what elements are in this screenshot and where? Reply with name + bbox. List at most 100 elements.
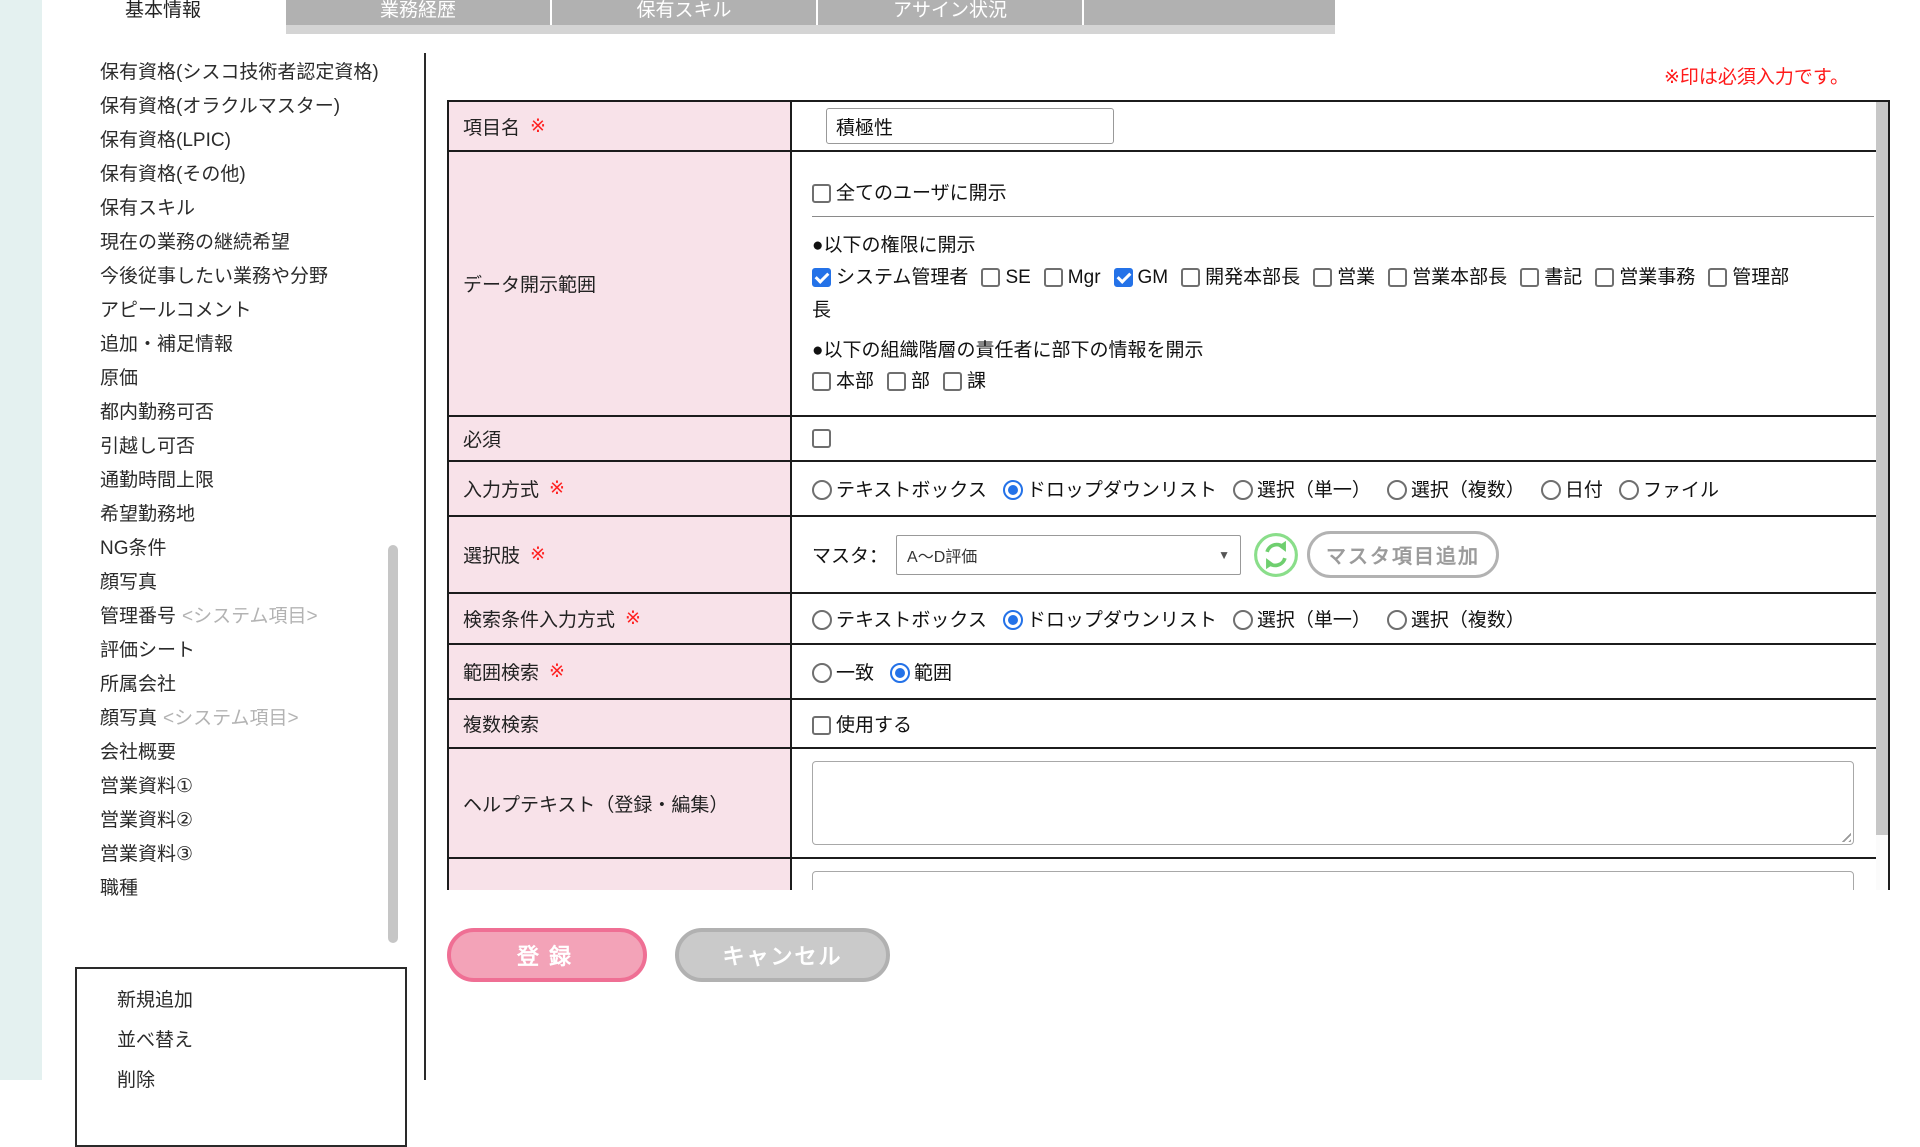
field-list-item[interactable]: 現在の業務の継続希望 [100, 226, 388, 260]
list-action-item[interactable]: 削除 [117, 1061, 405, 1101]
field-list-item[interactable]: 所属会社 [100, 668, 388, 702]
field-list-item[interactable]: 都内勤務可否 [100, 396, 388, 430]
field-list-item[interactable]: 保有資格(LPIC) [100, 124, 388, 158]
radio-option[interactable]: ファイル [1619, 475, 1719, 502]
radio-option[interactable]: テキストボックス [812, 475, 987, 502]
radio-option[interactable]: 範囲 [890, 658, 952, 685]
permission-option[interactable]: 営業事務 [1595, 267, 1695, 288]
radio-option[interactable]: 選択（単一） [1233, 605, 1371, 632]
field-list-item[interactable]: 評価シート [100, 634, 388, 668]
field-list-item[interactable]: 保有資格(その他) [100, 158, 388, 192]
radio-icon[interactable] [1387, 480, 1407, 500]
checkbox-icon[interactable] [812, 184, 831, 203]
checkbox-icon[interactable] [1181, 268, 1200, 287]
field-list-item[interactable]: 保有スキル [100, 192, 388, 226]
checkbox-icon[interactable] [812, 372, 831, 391]
row-label: 入力方式 [463, 475, 539, 502]
field-list-item[interactable]: 保有資格(オラクルマスター) [100, 90, 388, 124]
tab[interactable]: 業務経歴 [286, 0, 550, 25]
org-level-option[interactable]: 部 [887, 371, 930, 392]
permission-option[interactable]: 営業本部長 [1388, 267, 1507, 288]
permission-option[interactable]: 書記 [1520, 267, 1582, 288]
radio-icon[interactable] [1619, 480, 1639, 500]
tab[interactable]: 保有スキル [552, 0, 816, 25]
form-scrollbar-thumb[interactable] [1876, 102, 1888, 835]
field-list-item[interactable]: 引越し可否 [100, 430, 388, 464]
list-action-item[interactable]: 並べ替え [117, 1021, 405, 1061]
checkbox-icon[interactable] [1313, 268, 1332, 287]
form-scrollbar-track[interactable] [1876, 102, 1888, 890]
permission-option[interactable]: SE [981, 267, 1030, 288]
field-list-item[interactable]: 営業資料② [100, 804, 388, 838]
checkbox-icon[interactable] [812, 268, 831, 287]
field-list-item[interactable]: 原価 [100, 362, 388, 396]
org-level-option[interactable]: 課 [943, 371, 986, 392]
tab[interactable]: アサイン状況 [818, 0, 1082, 25]
radio-option[interactable]: 選択（複数） [1387, 475, 1525, 502]
radio-option[interactable]: 一致 [812, 658, 874, 685]
radio-icon[interactable] [1233, 480, 1253, 500]
org-level-option[interactable]: 本部 [812, 371, 874, 392]
radio-icon[interactable] [812, 480, 832, 500]
field-list-item[interactable]: 会社概要 [100, 736, 388, 770]
required-flag-checkbox[interactable] [812, 429, 831, 448]
radio-icon[interactable] [1233, 610, 1253, 630]
radio-icon[interactable] [1003, 610, 1023, 630]
checkbox-icon[interactable] [943, 372, 962, 391]
checkbox-icon[interactable] [1044, 268, 1063, 287]
checkbox-icon[interactable] [1114, 268, 1133, 287]
help-text-textarea[interactable] [812, 761, 1854, 845]
field-list-item[interactable]: 希望勤務地 [100, 498, 388, 532]
multi-search-option[interactable]: 使用する [812, 710, 912, 737]
list-action-item[interactable]: 新規追加 [117, 981, 405, 1021]
checkbox-icon[interactable] [1708, 268, 1727, 287]
radio-option[interactable]: ドロップダウンリスト [1003, 475, 1217, 502]
clipped-textarea[interactable] [812, 871, 1854, 890]
radio-icon[interactable] [812, 610, 832, 630]
radio-option[interactable]: 選択（複数） [1387, 605, 1525, 632]
field-list-item[interactable]: 管理番号<システム項目> [100, 600, 388, 634]
field-list-item[interactable]: 追加・補足情報 [100, 328, 388, 362]
radio-option[interactable]: 選択（単一） [1233, 475, 1371, 502]
tab[interactable]: 基本情報 [42, 0, 284, 25]
add-master-item-button[interactable]: マスタ項目追加 [1307, 531, 1499, 578]
sidebar-scrollbar-thumb[interactable] [388, 545, 398, 943]
checkbox-icon[interactable] [981, 268, 1000, 287]
radio-icon[interactable] [890, 663, 910, 683]
permission-option[interactable]: 開発本部長 [1181, 267, 1300, 288]
field-list-item[interactable]: アピールコメント [100, 294, 388, 328]
required-mark: ※ [549, 660, 565, 683]
item-settings-form: 項目名※ データ開示範囲 全てのユーザに開示 ●以下の権限に開示 システム管理者… [447, 100, 1890, 890]
checkbox-icon[interactable] [887, 372, 906, 391]
radio-icon[interactable] [1541, 480, 1561, 500]
field-list-item[interactable]: 今後従事したい業務や分野 [100, 260, 388, 294]
radio-icon[interactable] [1003, 480, 1023, 500]
item-name-input[interactable] [826, 108, 1114, 144]
permission-option[interactable]: システム管理者 [812, 267, 968, 288]
field-list-item[interactable]: 職種 [100, 872, 388, 906]
submit-button[interactable]: 登録 [447, 928, 647, 982]
radio-option[interactable]: 日付 [1541, 475, 1603, 502]
cancel-button[interactable]: キャンセル [675, 928, 890, 982]
radio-option[interactable]: テキストボックス [812, 605, 987, 632]
field-list-item[interactable]: NG条件 [100, 532, 388, 566]
field-list-item[interactable]: 保有資格(シスコ技術者認定資格) [100, 56, 388, 90]
radio-icon[interactable] [1387, 610, 1407, 630]
field-list-item[interactable]: 顔写真 [100, 566, 388, 600]
checkbox-icon[interactable] [1595, 268, 1614, 287]
radio-icon[interactable] [812, 663, 832, 683]
all-users-option[interactable]: 全てのユーザに開示 [812, 178, 1007, 205]
permission-option[interactable]: 営業 [1313, 267, 1375, 288]
field-list-item[interactable]: 営業資料③ [100, 838, 388, 872]
checkbox-icon[interactable] [1388, 268, 1407, 287]
field-list-item[interactable]: 営業資料① [100, 770, 388, 804]
checkbox-icon[interactable] [1520, 268, 1539, 287]
field-list-item[interactable]: 通勤時間上限 [100, 464, 388, 498]
permission-option[interactable]: Mgr [1044, 267, 1101, 288]
field-list-item[interactable]: 顔写真<システム項目> [100, 702, 388, 736]
master-select[interactable]: A〜D評価 ▼ [896, 535, 1241, 575]
refresh-button[interactable] [1253, 532, 1299, 578]
radio-option[interactable]: ドロップダウンリスト [1003, 605, 1217, 632]
permission-option[interactable]: GM [1114, 267, 1169, 288]
checkbox-icon[interactable] [812, 716, 831, 735]
